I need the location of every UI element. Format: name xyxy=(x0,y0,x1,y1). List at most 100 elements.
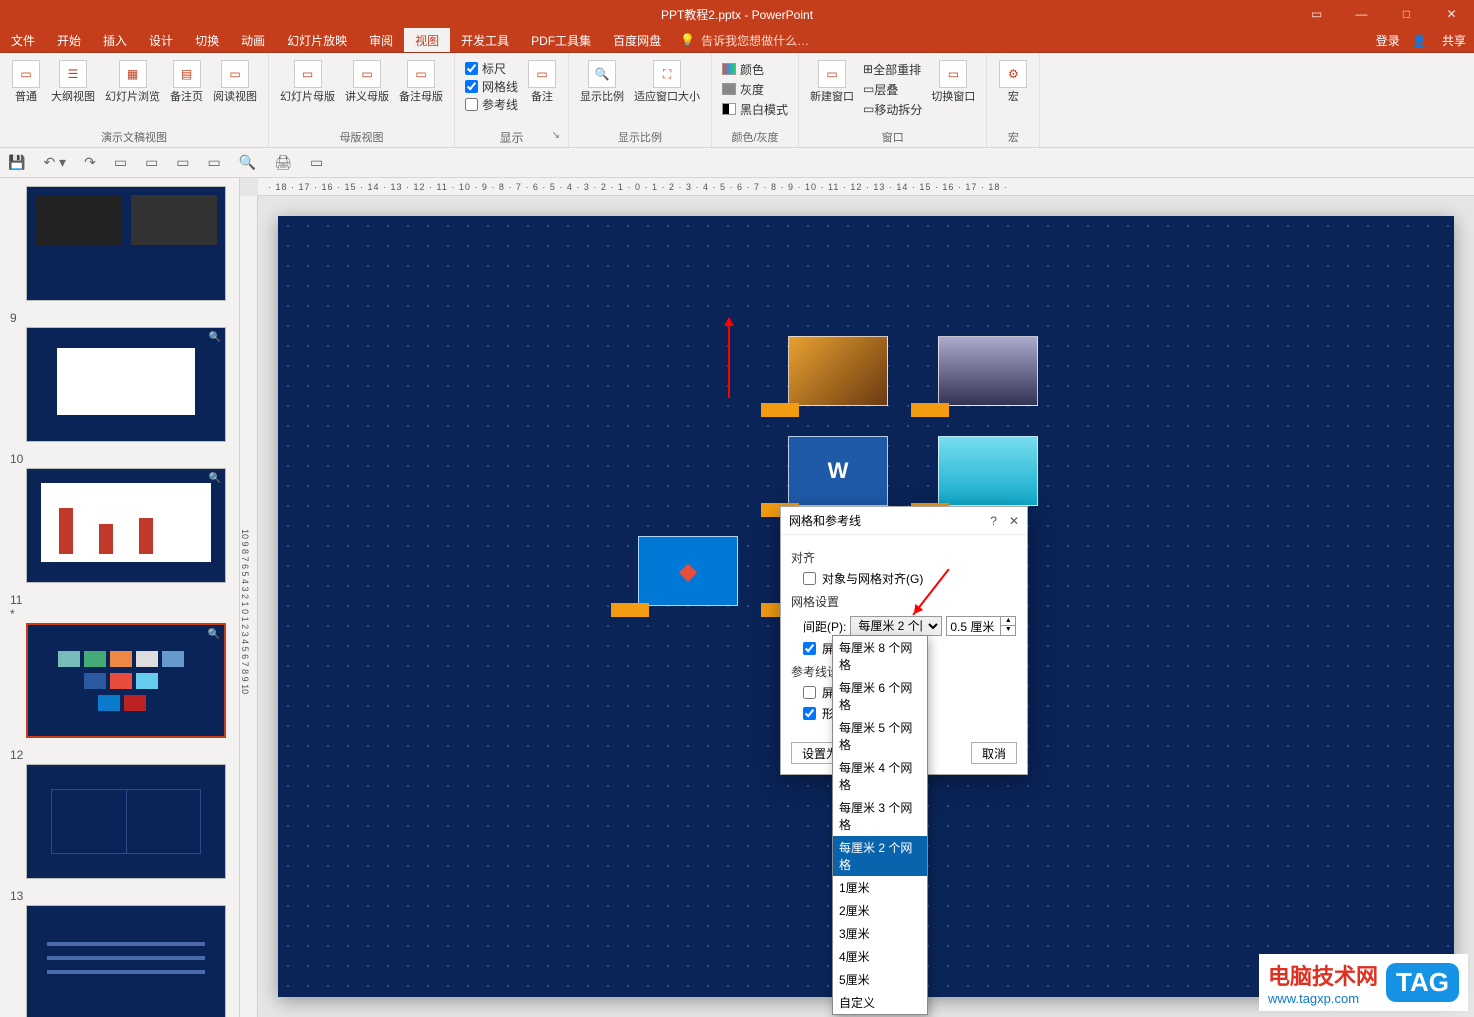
fit-window-button[interactable]: ⛶适应窗口大小 xyxy=(629,57,705,107)
tab-review[interactable]: 审阅 xyxy=(358,28,404,52)
dropdown-option[interactable]: 2厘米 xyxy=(833,899,927,922)
minimize-button[interactable]: — xyxy=(1339,0,1384,28)
spacing-cm-spinner[interactable]: ▲▼ xyxy=(946,616,1016,636)
title-bar: PPT教程2.pptx - PowerPoint ▭ — □ ✕ xyxy=(0,0,1474,28)
dialog-titlebar[interactable]: 网格和参考线 ? ✕ xyxy=(781,507,1027,535)
animation-star-icon: * xyxy=(10,607,15,621)
thumbnail[interactable]: 10🔍 xyxy=(10,452,229,583)
move-split-button[interactable]: ▭ 移动拆分 xyxy=(863,99,922,119)
tab-transition[interactable]: 切换 xyxy=(184,28,230,52)
thumbnail[interactable]: 9🔍 xyxy=(10,311,229,442)
save-button[interactable]: 💾 xyxy=(8,154,25,171)
arrange-all-button[interactable]: ⊞ 全部重排 xyxy=(863,59,922,79)
zoom-button[interactable]: 🔍显示比例 xyxy=(575,57,629,107)
tab-view[interactable]: 视图 xyxy=(404,28,450,52)
section-align: 对齐 xyxy=(791,549,1017,566)
cancel-button[interactable]: 取消 xyxy=(971,742,1017,764)
guides-checkbox[interactable]: 参考线 xyxy=(465,95,518,113)
tab-developer[interactable]: 开发工具 xyxy=(450,28,520,52)
magnify-icon: 🔍 xyxy=(208,629,220,640)
app-title: PPT教程2.pptx - PowerPoint xyxy=(661,6,813,23)
dropdown-option[interactable]: 4厘米 xyxy=(833,945,927,968)
notes-button[interactable]: ▭备注 xyxy=(522,57,562,107)
watermark-tag: TAG xyxy=(1386,963,1459,1002)
tell-me[interactable]: 💡 告诉我您想做什么… xyxy=(680,28,809,52)
bw-mode-button[interactable]: 黑白模式 xyxy=(722,99,788,119)
tab-pdf[interactable]: PDF工具集 xyxy=(520,28,602,52)
dropdown-option[interactable]: 每厘米 6 个网格 xyxy=(833,676,927,716)
spacing-dropdown-list[interactable]: 每厘米 8 个网格 每厘米 6 个网格 每厘米 5 个网格 每厘米 4 个网格 … xyxy=(832,635,928,1015)
ruler-checkbox[interactable]: 标尺 xyxy=(465,59,518,77)
handout-master-button[interactable]: ▭讲义母版 xyxy=(340,57,394,107)
thumbnail[interactable]: 13 xyxy=(10,889,229,1017)
group-window: ▭新建窗口 ⊞ 全部重排 ▭ 层叠 ▭ 移动拆分 ▭切换窗口 窗口 xyxy=(799,53,987,147)
thumbnail[interactable]: 12 xyxy=(10,748,229,879)
undo-button[interactable]: ↶ ▾ xyxy=(43,154,66,171)
qat-button-4[interactable]: ▭ xyxy=(208,154,221,171)
qat-button-7[interactable]: ▭ xyxy=(310,154,323,171)
tab-animation[interactable]: 动画 xyxy=(230,28,276,52)
color-mode-button[interactable]: 颜色 xyxy=(722,59,788,79)
normal-view-button[interactable]: ▭普通 xyxy=(6,57,46,107)
grayscale-mode-button[interactable]: 灰度 xyxy=(722,79,788,99)
dialog-title: 网格和参考线 xyxy=(789,512,861,529)
dialog-help-button[interactable]: ? xyxy=(990,514,997,528)
dropdown-option[interactable]: 1厘米 xyxy=(833,876,927,899)
section-grid: 网格设置 xyxy=(791,593,1017,610)
dropdown-option[interactable]: 每厘米 8 个网格 xyxy=(833,636,927,676)
maximize-button[interactable]: □ xyxy=(1384,0,1429,28)
macros-button[interactable]: ⚙宏 xyxy=(993,57,1033,107)
dropdown-option[interactable]: 每厘米 5 个网格 xyxy=(833,716,927,756)
switch-window-button[interactable]: ▭切换窗口 xyxy=(926,57,980,107)
spin-down[interactable]: ▼ xyxy=(1001,626,1015,635)
tab-baidu[interactable]: 百度网盘 xyxy=(602,28,672,52)
spacing-cm-input[interactable] xyxy=(946,616,1001,636)
cascade-button[interactable]: ▭ 层叠 xyxy=(863,79,922,99)
dropdown-option[interactable]: 每厘米 4 个网格 xyxy=(833,756,927,796)
thumbnail[interactable] xyxy=(10,186,229,301)
ribbon-options-button[interactable]: ▭ xyxy=(1294,0,1339,28)
group-label: 窗口 xyxy=(805,129,980,147)
main-area: 9🔍 10🔍 11*🔍 12 13 · 18 · 17 · 16 · 15 · … xyxy=(0,178,1474,1017)
reading-view-button[interactable]: ▭阅读视图 xyxy=(208,57,262,107)
qat-button-6[interactable]: 🖨 xyxy=(274,154,292,171)
tab-design[interactable]: 设计 xyxy=(138,28,184,52)
show-dialog-launcher[interactable]: ↘ xyxy=(552,127,560,145)
spacing-select[interactable]: 每厘米 2 个网格 xyxy=(850,616,942,636)
share-button[interactable]: 👤 共享 xyxy=(1412,32,1466,49)
redo-button[interactable]: ↷ xyxy=(84,154,96,171)
dropdown-option[interactable]: 自定义 xyxy=(833,991,927,1014)
slide-thumbnails[interactable]: 9🔍 10🔍 11*🔍 12 13 xyxy=(0,178,240,1017)
tab-slideshow[interactable]: 幻灯片放映 xyxy=(276,28,358,52)
dropdown-option-selected[interactable]: 每厘米 2 个网格 xyxy=(833,836,927,876)
new-window-button[interactable]: ▭新建窗口 xyxy=(805,57,859,107)
dropdown-option[interactable]: 5厘米 xyxy=(833,968,927,991)
dialog-close-button[interactable]: ✕ xyxy=(1009,514,1019,528)
tab-insert[interactable]: 插入 xyxy=(92,28,138,52)
qat-button-2[interactable]: ▭ xyxy=(145,154,158,171)
snap-to-grid-checkbox[interactable]: 对象与网格对齐(G) xyxy=(803,570,1017,587)
notes-page-button[interactable]: ▤备注页 xyxy=(165,57,208,107)
sorter-view-button[interactable]: ▦幻灯片浏览 xyxy=(100,57,165,107)
dropdown-option[interactable]: 每厘米 3 个网格 xyxy=(833,796,927,836)
notes-master-button[interactable]: ▭备注母版 xyxy=(394,57,448,107)
group-zoom: 🔍显示比例 ⛶适应窗口大小 显示比例 xyxy=(569,53,712,147)
ribbon: ▭普通 ☰大纲视图 ▦幻灯片浏览 ▤备注页 ▭阅读视图 演示文稿视图 ▭幻灯片母… xyxy=(0,53,1474,148)
dropdown-option[interactable]: 3厘米 xyxy=(833,922,927,945)
group-label: 母版视图 xyxy=(275,129,448,147)
qat-button-5[interactable]: 🔍 xyxy=(239,154,256,171)
login-button[interactable]: 登录 xyxy=(1376,32,1400,49)
slide-master-button[interactable]: ▭幻灯片母版 xyxy=(275,57,340,107)
magnify-icon: 🔍 xyxy=(209,332,221,343)
group-macros: ⚙宏 宏 xyxy=(987,53,1040,147)
thumbnail-active[interactable]: 11*🔍 xyxy=(10,593,229,738)
outline-view-button[interactable]: ☰大纲视图 xyxy=(46,57,100,107)
spin-up[interactable]: ▲ xyxy=(1001,617,1015,626)
close-button[interactable]: ✕ xyxy=(1429,0,1474,28)
tab-home[interactable]: 开始 xyxy=(46,28,92,52)
watermark-title: 电脑技术网 xyxy=(1268,959,1378,991)
qat-button-3[interactable]: ▭ xyxy=(176,154,189,171)
qat-button-1[interactable]: ▭ xyxy=(114,154,127,171)
tab-file[interactable]: 文件 xyxy=(0,28,46,52)
gridlines-checkbox[interactable]: 网格线 xyxy=(465,77,518,95)
